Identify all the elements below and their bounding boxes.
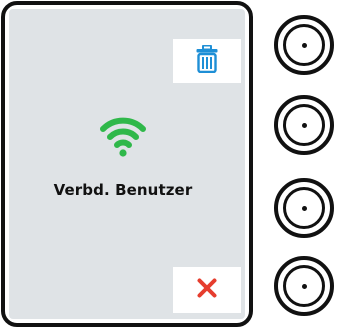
knob-center-dot <box>301 283 307 289</box>
knob-center-dot <box>301 42 307 48</box>
knob-button-1[interactable] <box>274 15 334 75</box>
knob-button-3[interactable] <box>274 178 334 238</box>
status-label: Verbd. Benutzer <box>53 181 193 199</box>
device-panel: Verbd. Benutzer <box>0 0 345 329</box>
knob-center-dot <box>301 122 307 128</box>
knob-center-dot <box>301 205 307 211</box>
knob-button-2[interactable] <box>274 95 334 155</box>
connection-status-indicator <box>9 113 237 162</box>
trash-icon <box>196 44 218 78</box>
close-icon <box>197 278 217 303</box>
cancel-button[interactable] <box>173 267 241 313</box>
knob-button-4[interactable] <box>274 256 334 316</box>
display-screen: Verbd. Benutzer <box>9 9 245 319</box>
wifi-icon <box>99 113 147 162</box>
screen-bezel: Verbd. Benutzer <box>1 1 253 327</box>
delete-button[interactable] <box>173 39 241 83</box>
